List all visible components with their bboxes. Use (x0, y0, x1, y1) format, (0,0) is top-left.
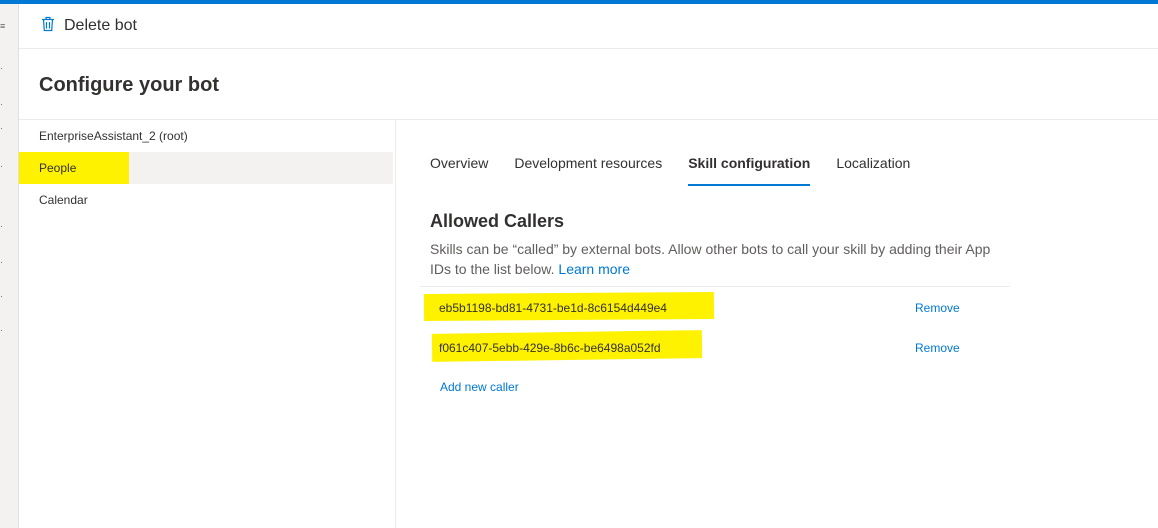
sidebar-item-label: Calendar (39, 193, 88, 207)
rail-menu-icon[interactable]: ≡ (0, 22, 6, 30)
rail-icon[interactable]: · (0, 258, 6, 266)
remove-caller-button[interactable]: Remove (915, 341, 960, 355)
learn-more-link[interactable]: Learn more (558, 261, 630, 277)
trash-icon (41, 16, 55, 37)
rail-icon[interactable]: · (0, 326, 6, 334)
tab-overview[interactable]: Overview (430, 150, 488, 186)
sidebar-item-calendar[interactable]: Calendar (19, 184, 393, 216)
tab-development-resources[interactable]: Development resources (514, 150, 662, 186)
sidebar-item-root-bot[interactable]: EnterpriseAssistant_2 (root) (19, 120, 393, 152)
allowed-callers-title: Allowed Callers (430, 211, 565, 231)
rail-icon[interactable]: · (0, 124, 6, 132)
rail-icon[interactable]: · (0, 162, 6, 170)
callers-separator (420, 286, 1010, 287)
caller-row: eb5b1198-bd81-4731-be1d-8c6154d449e4 Rem… (420, 291, 1010, 324)
tab-skill-configuration[interactable]: Skill configuration (688, 150, 811, 186)
tab-localization[interactable]: Localization (836, 150, 910, 186)
bot-tree-sidebar: EnterpriseAssistant_2 (root) People Cale… (19, 120, 395, 528)
sidebar-item-label: People (39, 161, 77, 175)
caller-app-id: eb5b1198-bd81-4731-be1d-8c6154d449e4 (439, 301, 667, 315)
caller-row: f061c407-5ebb-429e-8b6c-be6498a052fd Rem… (420, 330, 1010, 364)
page-title: Configure your bot (39, 74, 219, 96)
sidebar-item-people[interactable]: People (19, 152, 393, 184)
allowed-callers-description: Skills can be “called” by external bots.… (430, 239, 1010, 279)
command-bar: Delete bot (19, 4, 1158, 49)
delete-bot-label: Delete bot (64, 17, 137, 34)
rail-icon[interactable]: · (0, 64, 6, 72)
remove-caller-button[interactable]: Remove (915, 301, 960, 315)
left-rail: ≡ · · · · · · · · (0, 4, 19, 528)
description-text: Skills can be “called” by external bots.… (430, 241, 991, 277)
add-new-caller-button[interactable]: Add new caller (440, 380, 519, 394)
pane-divider (395, 120, 396, 528)
sidebar-item-label: EnterpriseAssistant_2 (root) (39, 129, 188, 143)
rail-icon[interactable]: · (0, 292, 6, 300)
config-tabs: Overview Development resources Skill con… (430, 150, 936, 186)
caller-app-id: f061c407-5ebb-429e-8b6c-be6498a052fd (439, 341, 661, 355)
rail-icon[interactable]: · (0, 222, 6, 230)
delete-bot-button[interactable]: Delete bot (41, 14, 137, 38)
rail-icon[interactable]: · (0, 100, 6, 108)
